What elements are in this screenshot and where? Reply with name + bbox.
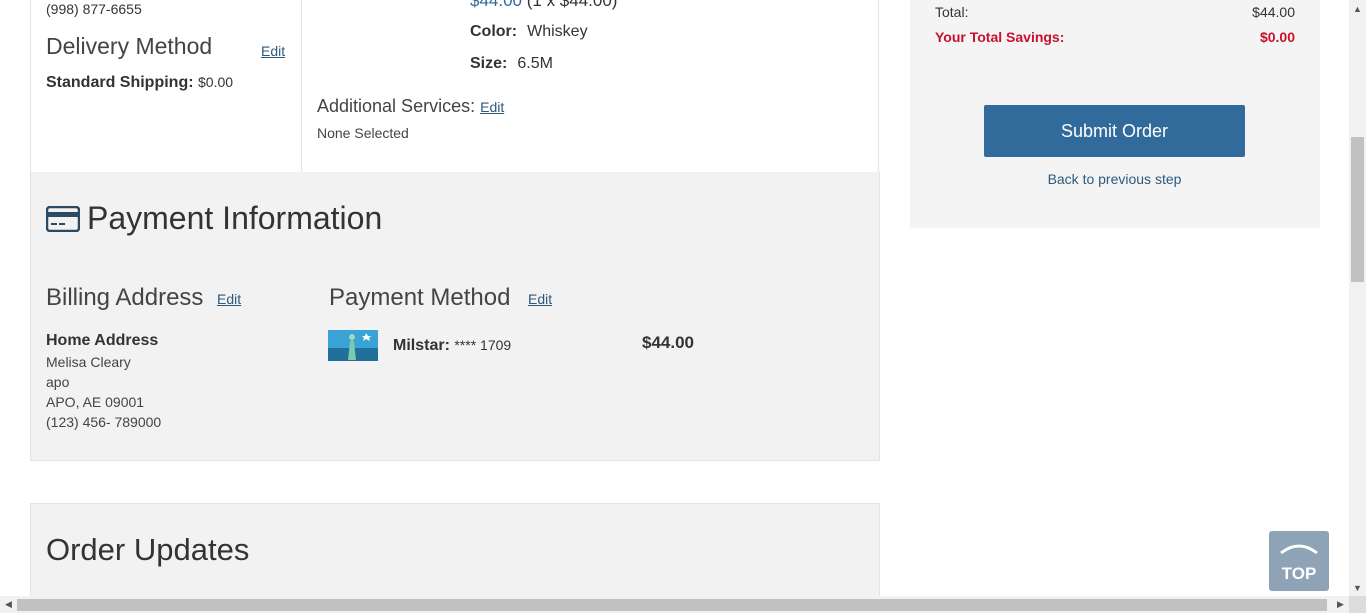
milstar-card-image [328, 330, 378, 361]
edit-billing-link[interactable]: Edit [217, 291, 241, 307]
card-number: **** 1709 [454, 337, 512, 353]
summary-total: Total: $44.00 [935, 4, 1295, 20]
edit-delivery-link[interactable]: Edit [261, 43, 285, 59]
additional-services-label: Additional Services: [317, 96, 476, 116]
item-size-label: Size: [470, 55, 508, 72]
scroll-up-arrow-icon[interactable]: ▲ [1349, 0, 1366, 17]
address-name: Home Address [46, 332, 159, 349]
address-line: APO, AE 09001 [46, 394, 145, 410]
item-price-value: $44.00 [470, 0, 522, 10]
additional-services-value: None Selected [317, 125, 409, 141]
scroll-left-arrow-icon[interactable]: ◀ [0, 596, 17, 613]
item-price: $44.00 (1 x $44.00) [470, 0, 617, 11]
product-image[interactable] [316, 0, 456, 20]
divider [301, 0, 302, 172]
scroll-right-arrow-icon[interactable]: ▶ [1332, 596, 1349, 613]
total-label: Total: [935, 4, 969, 20]
horizontal-scroll-thumb[interactable] [17, 599, 1327, 611]
address-line: apo [46, 374, 70, 390]
item-color: Color: Whiskey [470, 23, 588, 41]
address-line: (123) 456- 789000 [46, 414, 162, 430]
address-line: Melisa Cleary [46, 354, 131, 370]
standard-shipping-value: $0.00 [198, 74, 234, 90]
address-lines: Melisa Cleary apo APO, AE 09001 (123) 45… [46, 352, 161, 432]
savings-value: $0.00 [1259, 29, 1295, 45]
savings-label: Your Total Savings: [935, 29, 1065, 45]
payment-amount: $44.00 [642, 333, 694, 352]
billing-address-title: Billing Address [46, 284, 204, 311]
back-to-previous-step-link[interactable]: Back to previous step [984, 171, 1245, 187]
item-size: Size: 6.5M [470, 55, 553, 73]
item-price-detail: (1 x $44.00) [526, 0, 618, 10]
credit-card-icon [46, 206, 80, 232]
standard-shipping-label: Standard Shipping: [46, 74, 194, 91]
edit-additional-services-link[interactable]: Edit [480, 99, 504, 115]
vertical-scrollbar[interactable] [1349, 0, 1366, 596]
chevron-up-icon [1280, 544, 1318, 555]
payment-method-title: Payment Method [329, 284, 511, 311]
shipping-phone: (998) 877-6655 [46, 1, 142, 17]
summary-savings: Your Total Savings: $0.00 [935, 29, 1295, 45]
submit-order-button[interactable]: Submit Order [984, 105, 1245, 157]
scrollbar-corner [1349, 596, 1366, 613]
delivery-method-title: Delivery Method [46, 33, 213, 59]
item-color-value: Whiskey [527, 23, 588, 40]
total-value: $44.00 [1252, 4, 1295, 20]
additional-services: Additional Services: Edit [317, 96, 504, 117]
item-color-label: Color: [470, 23, 518, 40]
item-size-value: 6.5M [517, 55, 553, 72]
card-name: Milstar: [393, 337, 450, 354]
payment-title: Payment Information [87, 200, 383, 236]
edit-payment-link[interactable]: Edit [528, 291, 552, 307]
scroll-down-arrow-icon[interactable]: ▼ [1349, 579, 1366, 596]
payment-card: Milstar: **** 1709 [393, 337, 511, 355]
back-to-top-label: TOP [1281, 564, 1317, 583]
vertical-scroll-thumb[interactable] [1351, 137, 1364, 282]
standard-shipping: Standard Shipping: $0.00 [46, 74, 233, 92]
back-to-top-button[interactable]: TOP [1269, 531, 1329, 591]
order-updates-title: Order Updates [46, 532, 250, 567]
